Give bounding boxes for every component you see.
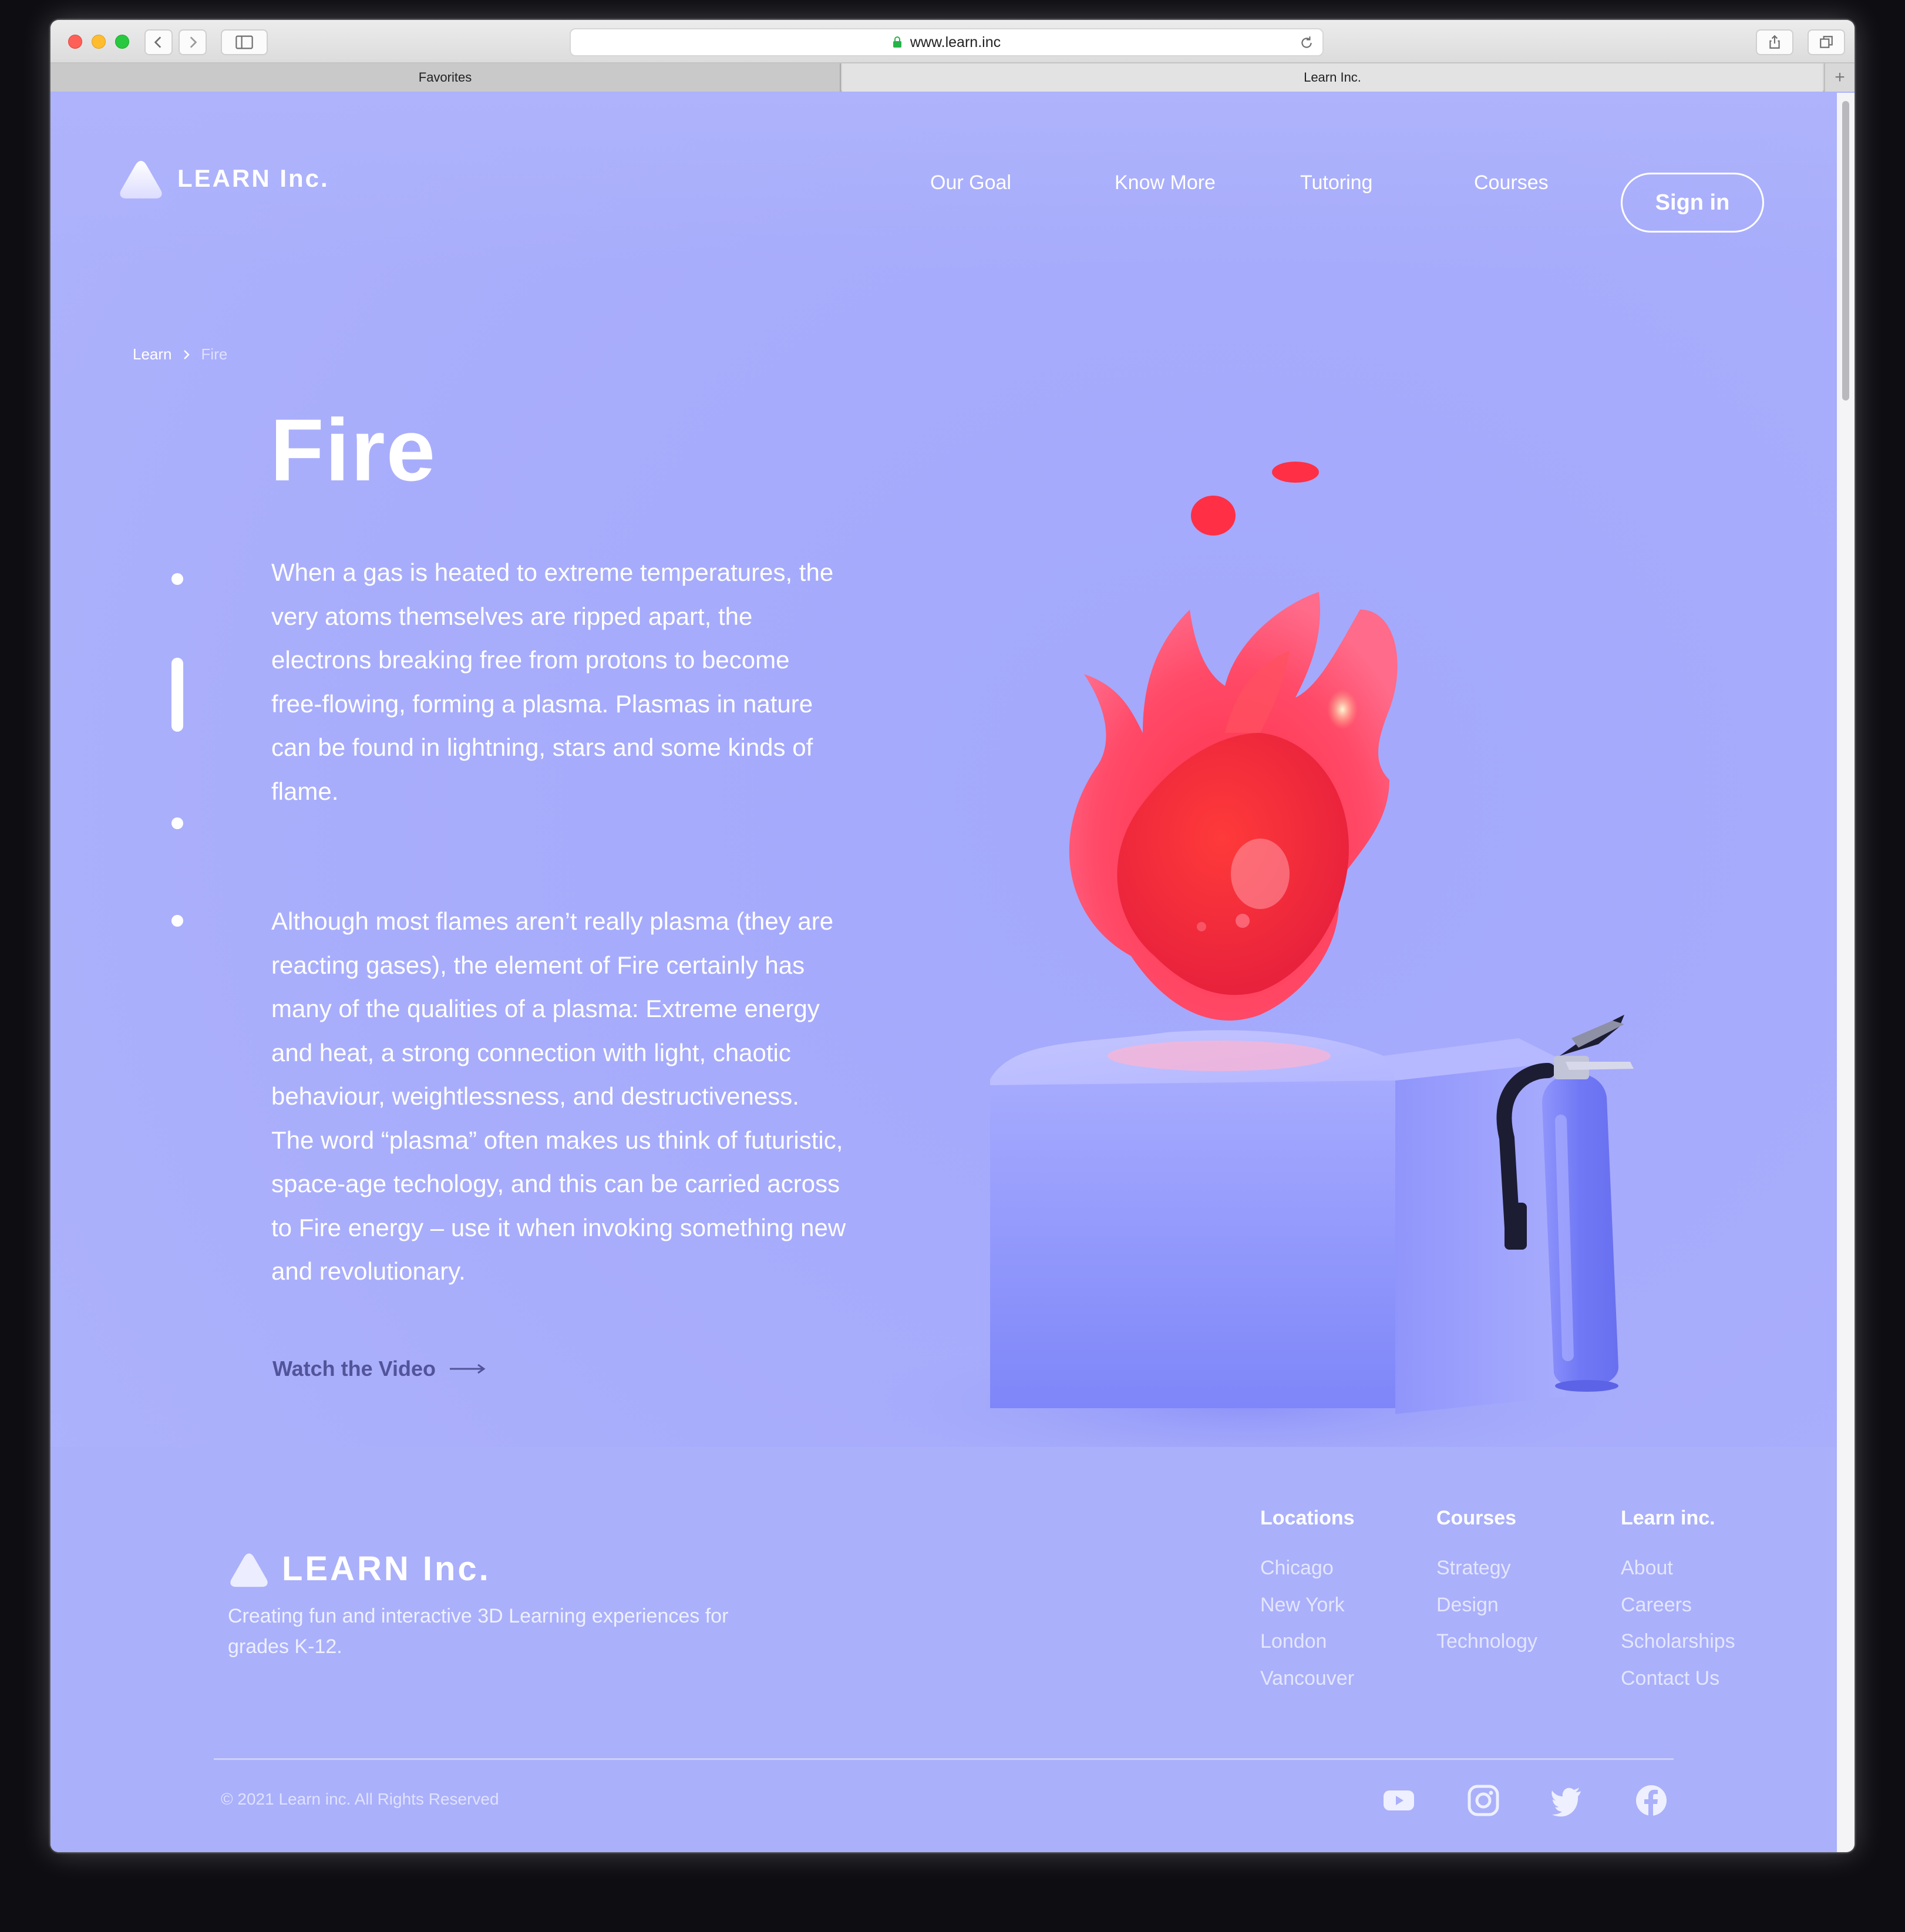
breadcrumb-learn-link[interactable]: Learn [133,345,172,363]
breadcrumb-current: Fire [201,345,228,363]
footer-logo[interactable]: LEARN Inc. [228,1549,491,1588]
tab-bar: Favorites Learn Inc. + [51,63,1854,92]
nav-know-more[interactable]: Know More [1115,171,1216,194]
scrollbar-thumb[interactable] [1842,101,1849,400]
back-button[interactable] [144,29,173,55]
footer-column-heading: Locations [1260,1507,1355,1529]
browser-window: www.learn.inc Favorites Learn Inc. + LEA… [51,20,1854,1852]
address-bar[interactable]: www.learn.inc [570,28,1324,56]
new-tab-button[interactable]: + [1824,63,1854,92]
logo-triangle-icon [230,1553,268,1587]
plus-icon: + [1835,68,1845,87]
close-window-button[interactable] [68,35,82,49]
footer-link-technology[interactable]: Technology [1436,1623,1537,1660]
youtube-icon[interactable] [1382,1784,1415,1817]
share-button[interactable] [1756,29,1793,55]
browser-titlebar: www.learn.inc [51,20,1854,63]
nav-courses[interactable]: Courses [1474,171,1549,194]
tab-learn-inc[interactable]: Learn Inc. [842,63,1823,92]
chevron-left-icon [154,36,161,48]
footer-link-contact-us[interactable]: Contact Us [1621,1660,1735,1697]
tabs-icon [1820,36,1833,48]
section-indicator-active[interactable] [171,658,183,732]
url-text: www.learn.inc [910,33,1001,51]
maximize-window-button[interactable] [115,35,129,49]
section-indicator-dot[interactable] [171,817,183,829]
lock-icon [893,36,901,48]
sidebar-icon [235,35,253,49]
nav-our-goal[interactable]: Our Goal [930,171,1011,194]
footer-link-london[interactable]: London [1260,1623,1355,1660]
facebook-icon[interactable] [1635,1784,1668,1817]
twitter-icon[interactable] [1550,1784,1583,1817]
brand-name: LEARN Inc. [177,164,329,192]
footer-column-locations: Locations Chicago New York London Vancou… [1260,1507,1355,1697]
section-indicator-dot[interactable] [171,573,183,585]
logo-triangle-icon [120,161,162,198]
watch-video-link[interactable]: Watch the Video [272,1357,486,1381]
footer-column-heading: Learn inc. [1621,1507,1715,1529]
fire-illustration [837,462,1660,1461]
chevron-right-icon [190,36,197,48]
footer-link-scholarships[interactable]: Scholarships [1621,1623,1735,1660]
footer-column-heading: Courses [1436,1507,1517,1529]
tabs-overview-button[interactable] [1808,29,1845,55]
tab-favorites[interactable]: Favorites [51,63,841,92]
footer-link-design[interactable]: Design [1436,1587,1537,1624]
nav-tutoring[interactable]: Tutoring [1300,171,1372,194]
arrow-right-icon [450,1364,486,1374]
footer-link-vancouver[interactable]: Vancouver [1260,1660,1355,1697]
page-title: Fire [270,400,437,499]
minimize-window-button[interactable] [92,35,106,49]
reload-icon[interactable] [1299,35,1314,51]
copyright: © 2021 Learn inc. All Rights Reserved [221,1790,499,1808]
footer-divider [214,1758,1674,1760]
footer-link-about[interactable]: About [1621,1550,1735,1587]
footer-link-chicago[interactable]: Chicago [1260,1550,1355,1587]
footer-link-new-york[interactable]: New York [1260,1587,1355,1624]
footer-link-strategy[interactable]: Strategy [1436,1550,1537,1587]
footer-column-learn-inc: Learn inc. About Careers Scholarships Co… [1621,1507,1735,1697]
sidebar-toggle-button[interactable] [221,29,268,55]
article-paragraph: Although most flames aren’t really plasm… [271,907,846,1285]
web-page: LEARN Inc. Our Goal Know More Tutoring C… [51,93,1837,1852]
forward-button[interactable] [179,29,207,55]
share-icon [1769,35,1780,49]
footer-column-courses: Courses Strategy Design Technology [1436,1507,1537,1660]
footer-link-careers[interactable]: Careers [1621,1587,1735,1624]
chevron-right-icon [183,349,190,359]
footer-brand-name: LEARN Inc. [282,1550,491,1588]
breadcrumb: Learn Fire [133,345,227,363]
watch-video-label: Watch the Video [272,1357,436,1381]
section-indicator-dot[interactable] [171,915,183,927]
page-scrollbar[interactable] [1837,93,1854,1852]
instagram-icon[interactable] [1467,1784,1500,1817]
article-paragraph: When a gas is heated to extreme temperat… [271,558,834,805]
footer-tagline: Creating fun and interactive 3D Learning… [228,1605,729,1658]
sign-in-button[interactable]: Sign in [1621,173,1764,233]
header-logo[interactable]: LEARN Inc. [117,157,329,200]
